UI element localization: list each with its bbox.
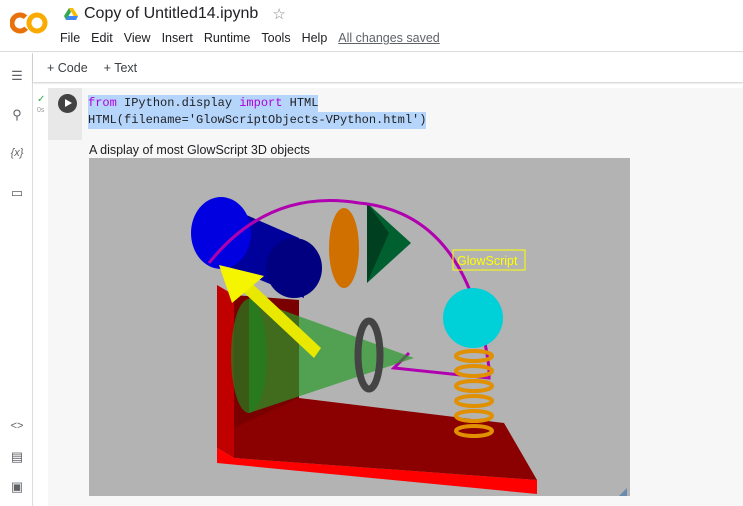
- sidebar: ☰ ⚲ {x} ▭ <> ▤ ▣: [0, 53, 33, 506]
- folder-icon[interactable]: ▭: [8, 185, 26, 203]
- variables-icon[interactable]: {x}: [8, 147, 26, 165]
- cell-gutter: [48, 88, 82, 140]
- menu-view[interactable]: View: [124, 31, 151, 45]
- glowscript-canvas[interactable]: GlowScript: [89, 158, 630, 496]
- star-icon[interactable]: ☆: [272, 5, 285, 23]
- green-cone: [231, 298, 414, 413]
- label-glowscript: GlowScript: [457, 254, 518, 268]
- orange-ellipsoid: [329, 208, 359, 288]
- blue-cylinder: [191, 197, 322, 298]
- save-status[interactable]: All changes saved: [338, 31, 439, 45]
- colab-logo[interactable]: [10, 10, 48, 36]
- toolbar: + Code + Text: [33, 53, 743, 82]
- drive-icon: [64, 8, 78, 20]
- code-line-2: HTML(filename='GlowScriptObjects-VPython…: [88, 112, 427, 129]
- module-name: IPython.display: [116, 96, 240, 110]
- menu-bar: File Edit View Insert Runtime Tools Help…: [60, 31, 440, 45]
- add-text-button[interactable]: + Text: [104, 61, 137, 75]
- command-palette-icon[interactable]: ▤: [8, 449, 26, 467]
- keyword-from: from: [88, 96, 117, 110]
- success-check-icon: ✓: [37, 94, 46, 105]
- exec-time: 0s: [37, 107, 45, 114]
- menu-tools[interactable]: Tools: [261, 31, 290, 45]
- toc-icon[interactable]: ☰: [8, 68, 26, 86]
- notebook-title: Copy of Untitled14.ipynb ☆: [64, 5, 286, 23]
- menu-edit[interactable]: Edit: [91, 31, 113, 45]
- resize-handle[interactable]: [619, 488, 627, 496]
- add-code-button[interactable]: + Code: [47, 61, 88, 75]
- title-text[interactable]: Copy of Untitled14.ipynb: [84, 5, 258, 23]
- menu-file[interactable]: File: [60, 31, 80, 45]
- search-icon[interactable]: ⚲: [8, 107, 26, 125]
- run-button[interactable]: [58, 94, 77, 113]
- header: Copy of Untitled14.ipynb ☆ File Edit Vie…: [0, 0, 743, 52]
- menu-runtime[interactable]: Runtime: [204, 31, 251, 45]
- terminal-icon[interactable]: ▣: [8, 479, 26, 497]
- code-snippets-icon[interactable]: <>: [8, 420, 26, 438]
- output-caption: A display of most GlowScript 3D objects: [89, 143, 310, 157]
- keyword-import: import: [239, 96, 283, 110]
- code-editor[interactable]: from IPython.display import HTML HTML(fi…: [88, 95, 427, 129]
- cyan-sphere: [443, 288, 503, 348]
- menu-insert[interactable]: Insert: [162, 31, 193, 45]
- menu-help[interactable]: Help: [302, 31, 328, 45]
- import-name: HTML: [282, 96, 319, 110]
